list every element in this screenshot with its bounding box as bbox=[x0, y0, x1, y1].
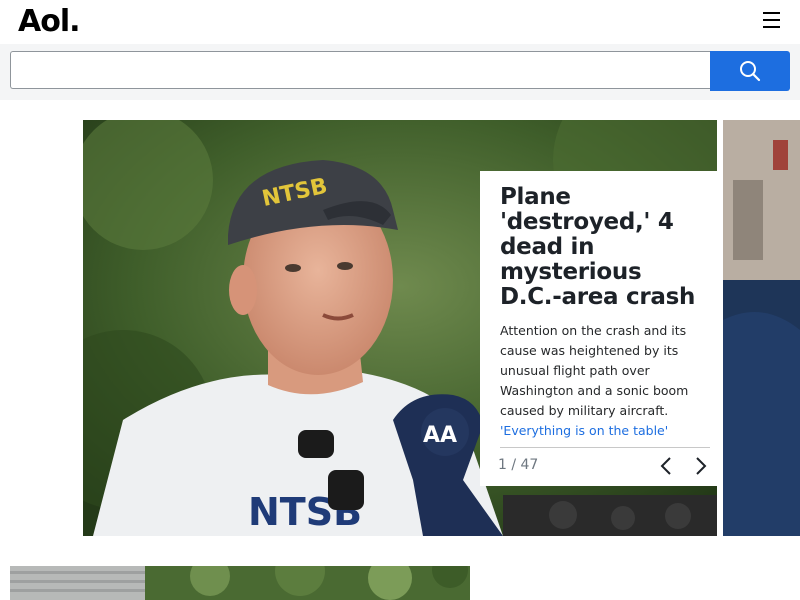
related-story-link[interactable]: 'Everything is on the table' bbox=[500, 423, 697, 438]
summary-text: Attention on the crash and its cause was… bbox=[500, 323, 689, 418]
story-thumbnail[interactable] bbox=[10, 566, 470, 600]
carousel-caption-card: Plane 'destroyed,' 4 dead in mysterious … bbox=[480, 171, 717, 486]
hamburger-menu-icon[interactable] bbox=[760, 12, 784, 32]
chevron-left-icon bbox=[660, 457, 671, 475]
prev-slide-button[interactable] bbox=[655, 455, 677, 477]
search-button[interactable] bbox=[710, 51, 790, 91]
mic-logo-text: AA bbox=[423, 423, 457, 448]
slide-counter: 1 / 47 bbox=[498, 457, 539, 473]
search-icon bbox=[740, 61, 761, 82]
carousel-controls: 1 / 47 bbox=[498, 447, 712, 486]
story-thumbnail-photo bbox=[10, 566, 470, 600]
carousel-next-slide-peek[interactable] bbox=[723, 120, 800, 536]
next-slide-button[interactable] bbox=[690, 455, 712, 477]
chevron-right-icon bbox=[696, 457, 707, 475]
next-slide-photo bbox=[723, 120, 800, 536]
site-header: Aol. bbox=[0, 0, 800, 44]
search-input[interactable] bbox=[10, 51, 710, 89]
headline[interactable]: Plane 'destroyed,' 4 dead in mysterious … bbox=[500, 185, 697, 310]
aol-logo[interactable]: Aol. bbox=[18, 4, 81, 39]
